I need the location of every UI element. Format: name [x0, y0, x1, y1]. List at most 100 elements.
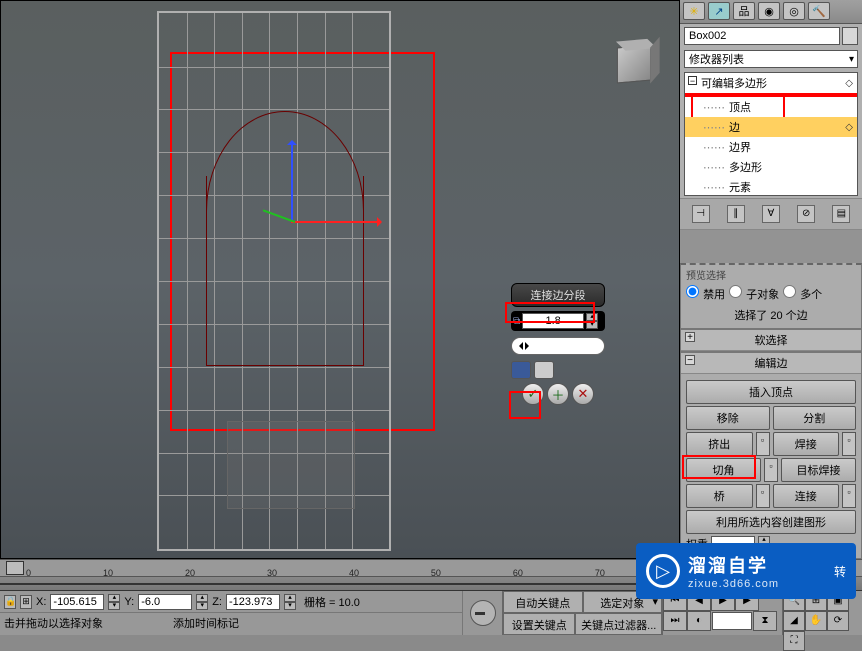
- caddy-title: 连接边分段: [511, 283, 605, 307]
- preview-subobj[interactable]: 子对象: [729, 285, 779, 302]
- caddy-apply[interactable]: ＋: [547, 383, 569, 405]
- btn-autokey[interactable]: 自动关键点: [503, 591, 583, 613]
- btn-extrude[interactable]: 挤出: [686, 432, 753, 456]
- stack-sub-edge[interactable]: ⋯⋯边◇: [685, 117, 857, 137]
- tab-hierarchy[interactable]: 品: [733, 2, 755, 20]
- orbit-icon[interactable]: ⟳: [827, 611, 849, 631]
- x-label: X:: [36, 596, 46, 608]
- maximize-icon[interactable]: ⛶: [783, 631, 805, 651]
- stack-collapse-icon[interactable]: −: [688, 76, 697, 85]
- gizmo-z-axis[interactable]: [291, 141, 293, 221]
- stack-pin-icon[interactable]: ⊣: [692, 205, 710, 223]
- caddy-spinner[interactable]: ▴▾: [586, 313, 598, 329]
- object-name-input[interactable]: [684, 27, 840, 45]
- preview-title: 预览选择: [686, 267, 856, 282]
- z-label: Z:: [212, 596, 222, 608]
- stack-visibility-icon[interactable]: ◇: [845, 78, 853, 89]
- stack-unique-icon[interactable]: ∀: [762, 205, 780, 223]
- watermark-overlay: ▷ 溜溜自学 zixue.3d66.com 转: [636, 543, 856, 599]
- stack-sub-border[interactable]: ⋯⋯边界: [685, 137, 857, 157]
- rollout-soft-selection[interactable]: +软选择: [680, 329, 862, 352]
- tab-utilities[interactable]: 🔨: [808, 2, 830, 20]
- caddy-mode-icons[interactable]: [511, 361, 605, 379]
- btn-remove[interactable]: 移除: [686, 406, 770, 430]
- prompt-text: 击并拖动以选择对象: [4, 615, 103, 631]
- btn-keyfilters[interactable]: 关键点过滤器...: [575, 613, 662, 635]
- btn-create-shape[interactable]: 利用所选内容创建图形: [686, 510, 856, 534]
- y-input[interactable]: [138, 594, 192, 610]
- btn-weld-settings[interactable]: ▫: [842, 432, 856, 456]
- transform-gizmo[interactable]: [261, 141, 381, 261]
- btn-chamfer-settings[interactable]: ▫: [764, 458, 778, 482]
- stack-remove-icon[interactable]: ⊘: [797, 205, 815, 223]
- btn-split[interactable]: 分割: [773, 406, 857, 430]
- time-config-icon[interactable]: ⧗: [753, 611, 777, 631]
- btn-weld[interactable]: 焊接: [773, 432, 840, 456]
- stack-sub-vertex[interactable]: ⋯⋯顶点: [685, 97, 857, 117]
- object-color-swatch[interactable]: [842, 27, 858, 45]
- stack-show-icon[interactable]: ∥: [727, 205, 745, 223]
- command-panel: ✳ ↗ 品 ◉ ◎ 🔨 修改器列表 − 可编辑多边形 ◇ ⋯⋯顶点 ⋯⋯边◇: [680, 0, 862, 559]
- z-input[interactable]: [226, 594, 280, 610]
- tab-modify[interactable]: ↗: [708, 2, 730, 20]
- key-icon: [470, 600, 496, 626]
- grid-readout: 栅格 = 10.0: [300, 594, 364, 610]
- lock-2-icon[interactable]: ⊞: [20, 595, 32, 609]
- stack-sel-eye: ◇: [845, 122, 853, 133]
- btn-connect[interactable]: 连接: [773, 484, 840, 508]
- watermark-logo-icon: ▷: [646, 554, 680, 588]
- btn-target-weld[interactable]: 目标焊接: [781, 458, 856, 482]
- rollout-soft-toggle[interactable]: +: [685, 332, 695, 342]
- pan-icon[interactable]: ✋: [805, 611, 827, 631]
- caddy-cancel[interactable]: ✕: [572, 383, 594, 405]
- tab-display[interactable]: ◎: [783, 2, 805, 20]
- caddy-mode-1[interactable]: [511, 361, 531, 379]
- z-spinner[interactable]: ▴▾: [284, 594, 296, 610]
- y-label: Y:: [124, 596, 134, 608]
- gizmo-x-axis[interactable]: [291, 221, 381, 223]
- btn-insert-vertex[interactable]: 插入顶点: [686, 380, 856, 404]
- modifier-list-label: 修改器列表: [689, 51, 744, 67]
- viewcube[interactable]: [609, 39, 659, 89]
- key-mode-icon[interactable]: ◐: [687, 611, 711, 631]
- selection-info: 选择了 20 个边: [686, 303, 856, 324]
- caddy-spinner-icon: ⧉: [513, 316, 520, 327]
- time-tag-hint: 添加时间标记: [173, 615, 239, 631]
- fov-icon[interactable]: ◢: [783, 611, 805, 631]
- rollout-editedge-toggle[interactable]: −: [685, 355, 695, 365]
- btn-chamfer[interactable]: 切角: [686, 458, 761, 482]
- x-spinner[interactable]: ▴▾: [108, 594, 120, 610]
- watermark-domain: zixue.3d66.com: [688, 578, 779, 590]
- tab-create[interactable]: ✳: [683, 2, 705, 20]
- stack-toolbar: ⊣ ∥ ∀ ⊘ ▤: [680, 198, 862, 230]
- viewport[interactable]: 连接边分段 ⧉ ▴▾ ✓ ＋ ✕: [0, 0, 680, 559]
- y-spinner[interactable]: ▴▾: [196, 594, 208, 610]
- stack-config-icon[interactable]: ▤: [832, 205, 850, 223]
- preview-multi[interactable]: 多个: [783, 285, 822, 302]
- stack-item-editable-poly[interactable]: − 可编辑多边形 ◇: [685, 73, 857, 93]
- btn-connect-settings[interactable]: ▫: [842, 484, 856, 508]
- stack-sub-element[interactable]: ⋯⋯元素: [685, 177, 857, 196]
- x-input[interactable]: [50, 594, 104, 610]
- tab-motion[interactable]: ◉: [758, 2, 780, 20]
- btn-bridge[interactable]: 桥: [686, 484, 753, 508]
- btn-bridge-settings[interactable]: ▫: [756, 484, 770, 508]
- current-frame-input[interactable]: [712, 612, 752, 630]
- chamfer-caddy[interactable]: 连接边分段 ⧉ ▴▾ ✓ ＋ ✕: [511, 283, 605, 405]
- command-panel-tabs[interactable]: ✳ ↗ 品 ◉ ◎ 🔨: [680, 0, 862, 24]
- preview-disable[interactable]: 禁用: [686, 285, 725, 302]
- caddy-ok[interactable]: ✓: [522, 383, 544, 405]
- btn-extrude-settings[interactable]: ▫: [756, 432, 770, 456]
- lock-selection-icon[interactable]: 🔒: [4, 595, 16, 609]
- rollout-edit-edges: −编辑边 插入顶点 移除 分割 挤出 ▫ 焊接 ▫ 切角 ▫ 目标焊接: [680, 352, 862, 559]
- caddy-value-input[interactable]: [522, 313, 584, 329]
- set-key-big[interactable]: [462, 591, 502, 635]
- stack-sub-polygon[interactable]: ⋯⋯多边形: [685, 157, 857, 177]
- caddy-mode-2[interactable]: [534, 361, 554, 379]
- modifier-list-dropdown[interactable]: 修改器列表: [684, 50, 858, 68]
- caddy-slider[interactable]: [511, 337, 605, 355]
- btn-setkey[interactable]: 设置关键点: [503, 613, 575, 635]
- modifier-stack[interactable]: − 可编辑多边形 ◇ ⋯⋯顶点 ⋯⋯边◇ ⋯⋯边界 ⋯⋯多边形 ⋯⋯元素: [684, 72, 858, 196]
- goto-end-icon[interactable]: ⏭: [663, 611, 687, 631]
- watermark-brand: 溜溜自学: [688, 552, 779, 578]
